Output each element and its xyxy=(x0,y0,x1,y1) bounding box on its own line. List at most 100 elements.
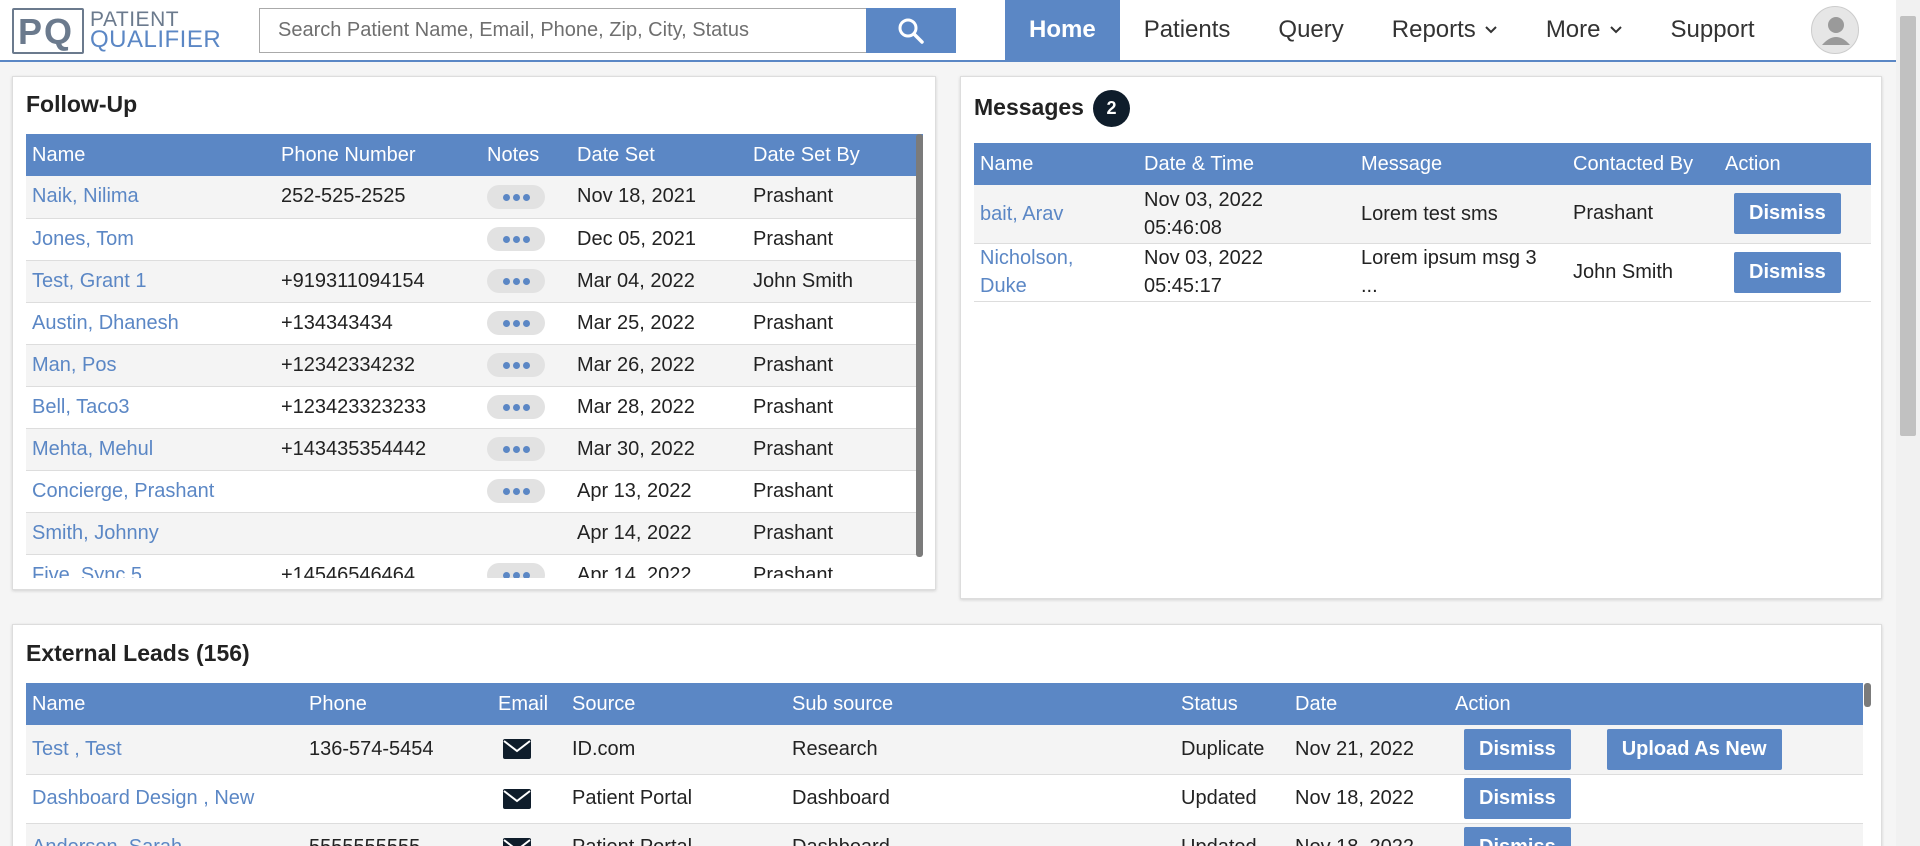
lead-name-link[interactable]: Test , Test xyxy=(32,738,122,760)
dismiss-button[interactable]: Dismiss xyxy=(1464,728,1571,770)
envelope-icon[interactable] xyxy=(502,737,532,761)
status-cell: Duplicate xyxy=(1175,725,1289,775)
patient-name-link[interactable]: Bell, Taco3 xyxy=(32,396,129,418)
nav-reports[interactable]: Reports xyxy=(1368,0,1522,60)
table-row: Bell, Taco3 +123423323233 Mar 28, 2022 Pras… xyxy=(26,386,923,429)
phone-cell: +143435354442 xyxy=(275,428,481,471)
dismiss-button[interactable]: Dismiss xyxy=(1464,778,1571,819)
lead-name-link[interactable]: Dashboard Design , New xyxy=(32,787,254,809)
dismiss-button[interactable]: Dismiss xyxy=(1734,193,1841,235)
brand-logo[interactable]: P Q PATIENT QUALIFIER xyxy=(12,8,221,54)
col-datetime[interactable]: Date & Time xyxy=(1138,143,1355,185)
page-scrollbar[interactable] xyxy=(1896,0,1920,846)
col-date-set-by[interactable]: Date Set By xyxy=(747,134,923,176)
patient-name-link[interactable]: Test, Grant 1 xyxy=(32,270,147,292)
date-set-cell: Nov 18, 2021 xyxy=(571,176,747,219)
nav-patients[interactable]: Patients xyxy=(1120,0,1255,60)
notes-more-icon[interactable] xyxy=(487,395,545,419)
date-set-by-cell: Prashant xyxy=(747,302,923,345)
table-row: Naik, Nilima 252-525-2525 Nov 18, 2021 Pras… xyxy=(26,176,923,219)
notes-more-icon[interactable] xyxy=(487,563,545,578)
user-icon xyxy=(1822,17,1850,45)
search-input[interactable] xyxy=(259,8,868,53)
patient-name-link[interactable]: Mehta, Mehul xyxy=(32,438,153,460)
envelope-icon[interactable] xyxy=(502,836,532,846)
table-row: Five, Sync 5 +14546546464 Apr 14, 2022 Pras… xyxy=(26,554,923,578)
phone-cell: +919311094154 xyxy=(275,260,481,303)
nav-query[interactable]: Query xyxy=(1254,0,1367,60)
phone-cell: 5555555555 xyxy=(303,823,492,846)
date-set-by-cell: Prashant xyxy=(747,386,923,429)
col-action[interactable]: Action xyxy=(1449,683,1863,725)
date-set-cell: Mar 30, 2022 xyxy=(571,428,747,471)
phone-cell: 136-574-5454 xyxy=(303,725,492,775)
datetime-text: Nov 03, 2022 xyxy=(1144,247,1263,269)
patient-name-link[interactable]: Man, Pos xyxy=(32,354,116,376)
lead-name-link[interactable]: Anderson, Sarah xyxy=(32,836,182,846)
patient-name-link[interactable]: Nicholson, xyxy=(980,244,1132,272)
col-notes[interactable]: Notes xyxy=(481,134,571,176)
contacted-by-cell: John Smith xyxy=(1567,243,1719,302)
table-row: Austin, Dhanesh +134343434 Mar 25, 2022 Pra… xyxy=(26,302,923,345)
patient-name-link[interactable]: bait, Arav xyxy=(980,200,1132,228)
patient-name-link[interactable]: Duke xyxy=(980,272,1132,300)
nav-home[interactable]: Home xyxy=(1005,0,1120,60)
patient-name-link[interactable]: Concierge, Prashant xyxy=(32,480,214,502)
date-set-cell: Apr 13, 2022 xyxy=(571,470,747,513)
col-date[interactable]: Date xyxy=(1289,683,1449,725)
col-name[interactable]: Name xyxy=(26,134,275,176)
patient-name-link[interactable]: Smith, Johnny xyxy=(32,522,159,544)
nav-support[interactable]: Support xyxy=(1647,0,1779,60)
envelope-icon[interactable] xyxy=(502,787,532,811)
notes-more-icon[interactable] xyxy=(487,269,545,293)
phone-cell: +14546546464 xyxy=(275,554,481,578)
top-navbar: P Q PATIENT QUALIFIER Home Patients Quer… xyxy=(0,0,1896,62)
date-set-cell: Mar 04, 2022 xyxy=(571,260,747,303)
col-message[interactable]: Message xyxy=(1355,143,1567,185)
followup-scrollbar[interactable] xyxy=(916,134,923,557)
col-name[interactable]: Name xyxy=(974,143,1138,185)
table-row: Anderson, Sarah5555555555Patient PortalD… xyxy=(26,823,1863,846)
upload-as-new-button[interactable]: Upload As New xyxy=(1606,728,1782,770)
source-cell: Patient Portal xyxy=(566,774,786,824)
col-action[interactable]: Action xyxy=(1719,143,1871,185)
patient-name-link[interactable]: Naik, Nilima xyxy=(32,185,139,207)
date-cell: Nov 21, 2022 xyxy=(1289,725,1449,775)
leads-scrollbar[interactable] xyxy=(1864,683,1871,707)
col-name[interactable]: Name xyxy=(26,683,303,725)
date-set-by-cell: Prashant xyxy=(747,428,923,471)
date-set-cell: Apr 14, 2022 xyxy=(571,512,747,555)
dismiss-button[interactable]: Dismiss xyxy=(1464,827,1571,846)
notes-more-icon[interactable] xyxy=(487,353,545,377)
date-set-cell: Mar 25, 2022 xyxy=(571,302,747,345)
col-phone[interactable]: Phone xyxy=(303,683,492,725)
col-subsource[interactable]: Sub source xyxy=(786,683,1175,725)
user-avatar[interactable] xyxy=(1811,6,1859,54)
notes-more-icon[interactable] xyxy=(487,311,545,335)
col-phone[interactable]: Phone Number xyxy=(275,134,481,176)
patient-name-link[interactable]: Five, Sync 5 xyxy=(32,564,142,579)
logo-text: PATIENT QUALIFIER xyxy=(90,8,222,53)
search-button[interactable] xyxy=(866,8,956,53)
col-contacted-by[interactable]: Contacted By xyxy=(1567,143,1719,185)
notes-more-icon[interactable] xyxy=(487,437,545,461)
message-text: Lorem test sms xyxy=(1361,202,1498,225)
nav-more[interactable]: More xyxy=(1522,0,1647,60)
phone-cell: +12342334232 xyxy=(275,344,481,387)
patient-name-link[interactable]: Jones, Tom xyxy=(32,228,134,250)
dismiss-button[interactable]: Dismiss xyxy=(1734,251,1841,293)
col-source[interactable]: Source xyxy=(566,683,786,725)
patient-name-link[interactable]: Austin, Dhanesh xyxy=(32,312,179,334)
messages-title: Messages xyxy=(974,94,1084,120)
chevron-down-icon xyxy=(1485,26,1497,34)
notes-more-icon[interactable] xyxy=(487,227,545,251)
table-row: bait, Arav Nov 03, 2022 05:46:08 Lorem test… xyxy=(974,185,1871,244)
messages-table: Name Date & Time Message Contacted By Ac… xyxy=(974,143,1871,302)
col-date-set[interactable]: Date Set xyxy=(571,134,747,176)
logo-mark: P Q xyxy=(12,8,84,54)
col-status[interactable]: Status xyxy=(1175,683,1289,725)
col-email[interactable]: Email xyxy=(492,683,566,725)
notes-more-icon[interactable] xyxy=(487,184,545,209)
phone-cell: 252-525-2525 xyxy=(275,176,481,219)
notes-more-icon[interactable] xyxy=(487,479,545,503)
